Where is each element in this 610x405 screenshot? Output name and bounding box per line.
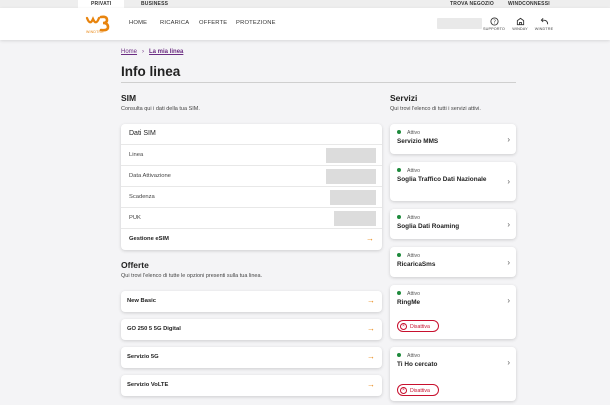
arrow-right-icon: → [367,324,375,333]
close-icon: × [400,322,407,330]
chevron-right-icon: › [507,220,510,229]
redacted-value [330,190,376,205]
service-name: Ti Ho cercato [397,361,438,368]
disattiva-label: Disattiva [410,323,430,330]
logo-caption: WINDTRE [86,30,104,34]
service-name: Soglia Traffico Dati Nazionale [397,176,487,183]
offerte-section-title: Offerte [121,260,149,270]
offer-card-servizio-5g[interactable]: Servizio 5G → [121,347,382,368]
status-badge: Attivo [397,253,420,259]
service-name: Soglia Dati Roaming [397,223,460,230]
breadcrumb-separator: › [142,49,145,55]
active-dot-icon [397,168,401,173]
sim-row-puk: PUK [121,207,382,228]
sim-card-title: Dati SIM [129,130,156,137]
shop-icon [516,17,524,26]
linea-label: Linea [129,152,144,158]
disattiva-button[interactable]: × Disattiva [397,320,439,332]
offerte-section-subtitle: Qui trovi l'elenco di tutte le opzioni p… [121,273,263,279]
disattiva-label: Disattiva [410,387,430,394]
supporto-button[interactable]: ? SUPPORTO [483,17,505,31]
chevron-right-icon: › [507,258,510,267]
arrow-right-icon: → [367,380,375,389]
data-attivazione-label: Data Attivazione [129,173,171,179]
disattiva-button[interactable]: × Disattiva [397,384,439,396]
offer-label: Servizio 5G [127,354,159,360]
sim-row-scadenza: Scadenza [121,186,382,207]
arrow-right-icon: → [367,296,375,305]
arrow-right-icon: → [367,352,375,361]
servizi-section-subtitle: Qui trovi l'elenco di tutti i servizi at… [390,106,481,112]
redacted-value [326,148,376,163]
sim-section-title: SIM [121,93,137,103]
offer-label: Servizio VoLTE [127,382,169,388]
service-card-soglia-roaming[interactable]: Attivo Soglia Dati Roaming › [390,209,516,239]
arrow-right-icon: → [366,234,374,243]
service-card-ricaricasms[interactable]: Attivo RicaricaSms › [390,247,516,277]
status-badge: Attivo [397,130,420,136]
chevron-right-icon: › [507,177,510,186]
redacted-value [334,211,376,226]
nav-home[interactable]: HOME [129,20,147,26]
search-input[interactable] [437,18,482,29]
breadcrumb-current[interactable]: La mia linea [149,49,183,55]
gestione-esim-link[interactable]: Gestione eSIM → [121,228,382,249]
active-dot-icon [397,253,401,258]
trova-negozio-link[interactable]: TROVA NEGOZIO [450,1,494,7]
service-card-ringme[interactable]: Attivo RingMe › × Disattiva [390,285,516,339]
sim-row-data-attivazione: Data Attivazione [121,165,382,186]
windtre-label: WINDTRE [534,27,554,31]
service-card-ti-ho-cercato[interactable]: Attivo Ti Ho cercato › × Disattiva [390,347,516,401]
nav-offerte[interactable]: OFFERTE [199,20,227,26]
windconnessi-link[interactable]: WINDCONNESSI [508,1,550,7]
svg-text:?: ? [493,19,496,25]
title-divider [121,82,516,83]
service-card-soglia-traffico[interactable]: Attivo Soglia Traffico Dati Nazionale › [390,162,516,201]
breadcrumb: Home › La mia linea [121,49,183,55]
close-icon: × [400,386,407,394]
offer-card-new-basic[interactable]: New Basic → [121,291,382,312]
sim-data-card: Dati SIM Linea Data Attivazione Scadenza… [121,124,382,250]
service-name: Servizio MMS [397,138,439,145]
sim-row-linea: Linea [121,144,382,165]
servizi-section-title: Servizi [390,93,418,103]
scadenza-label: Scadenza [129,194,155,200]
exit-arrow-icon [540,18,548,25]
windday-label: WINDAY [512,27,528,31]
service-card-mms[interactable]: Attivo Servizio MMS › [390,124,516,154]
active-dot-icon [397,215,401,220]
service-name: RingMe [397,299,421,306]
windday-button[interactable]: WINDAY [509,17,531,31]
active-dot-icon [397,353,401,358]
page-title: Info linea [121,64,181,79]
status-badge: Attivo [397,168,420,174]
chevron-right-icon: › [507,135,510,144]
status-badge: Attivo [397,291,420,297]
active-dot-icon [397,291,401,296]
nav-protezione[interactable]: PROTEZIONE [236,20,276,26]
chevron-right-icon: › [507,358,510,367]
offer-card-servizio-volte[interactable]: Servizio VoLTE → [121,375,382,396]
offer-label: New Basic [127,298,156,304]
chevron-right-icon: › [507,296,510,305]
supporto-label: SUPPORTO [483,27,505,31]
gestione-esim-label: Gestione eSIM [129,236,169,242]
windtre-account-button[interactable]: WINDTRE [533,17,555,31]
sim-section-subtitle: Consulta qui i dati della tua SIM. [121,106,200,112]
help-icon: ? [489,17,499,26]
redacted-value [326,169,376,184]
status-badge: Attivo [397,353,420,359]
service-name: RicaricaSms [397,261,436,268]
nav-ricarica[interactable]: RICARICA [160,20,189,26]
business-link[interactable]: BUSINESS [141,1,168,7]
breadcrumb-home[interactable]: Home [121,49,137,55]
offer-label: GO 250 5 5G Digital [127,326,181,332]
privati-link[interactable]: PRIVATI [91,1,111,7]
top-strip: PRIVATI BUSINESS TROVA NEGOZIO WINDCONNE… [0,0,610,8]
offer-card-go-250[interactable]: GO 250 5 5G Digital → [121,319,382,340]
active-dot-icon [397,130,401,135]
main-header: WINDTRE HOME RICARICA OFFERTE PROTEZIONE… [0,8,610,40]
status-badge: Attivo [397,215,420,221]
puk-label: PUK [129,215,141,221]
